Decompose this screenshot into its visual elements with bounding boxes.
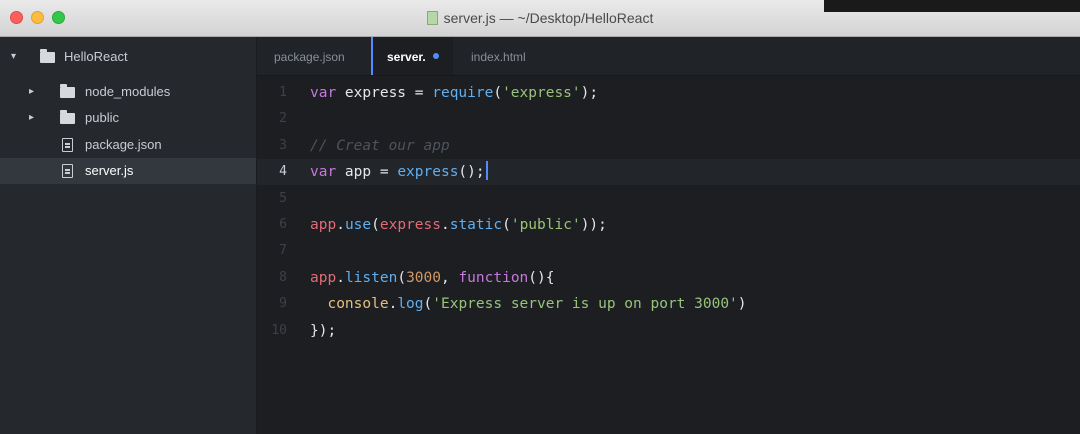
- code-token: app: [310, 269, 337, 286]
- line-number: 3: [279, 137, 287, 153]
- code-text: app.use(express.static('public'));: [310, 212, 607, 238]
- title-bar: server.js — ~/Desktop/HelloReact: [0, 0, 1080, 37]
- code-text: });: [310, 318, 336, 344]
- folder-icon: [60, 84, 75, 98]
- code-line[interactable]: 7: [257, 238, 1080, 264]
- tree-item-label: server.js: [85, 163, 134, 178]
- tree-item-label: package.json: [85, 137, 162, 152]
- code-line[interactable]: 2: [257, 106, 1080, 132]
- text-cursor: [485, 161, 488, 181]
- code-token: app: [310, 217, 337, 233]
- code-line[interactable]: 10});: [257, 318, 1080, 344]
- code-token: });: [310, 322, 337, 339]
- code-token: (: [493, 85, 503, 101]
- code-token: (: [423, 296, 433, 313]
- code-token: (: [371, 217, 380, 233]
- code-token: 3000: [406, 269, 441, 286]
- code-token: 'public': [510, 217, 581, 233]
- line-number: 4: [279, 164, 287, 180]
- modified-indicator-icon: [433, 53, 439, 59]
- tree-item-node-modules[interactable]: ▸ node_modules: [0, 79, 256, 105]
- file-icon: [426, 11, 438, 25]
- code-token: var: [310, 85, 337, 101]
- tab-bar: package.json server. index.html: [257, 37, 1080, 76]
- code-token: ();: [458, 164, 485, 181]
- code-text: app.listen(3000, function(){: [310, 265, 555, 291]
- code-token: 'Express server is up on port 3000': [432, 296, 738, 313]
- line-number: 7: [279, 243, 287, 259]
- tab-label: server.: [387, 50, 426, 64]
- code-token: (: [502, 217, 511, 233]
- tree-item-server-js[interactable]: server.js: [0, 158, 256, 184]
- code-line[interactable]: 5: [257, 186, 1080, 212]
- code-token: static: [449, 217, 503, 233]
- tab-server-js[interactable]: server.: [371, 37, 453, 75]
- line-number: 9: [279, 296, 287, 312]
- line-number: 5: [279, 190, 287, 206]
- code-line[interactable]: 8 app.listen(3000, function(){: [257, 265, 1080, 291]
- window-title-wrap: server.js — ~/Desktop/HelloReact: [0, 10, 1080, 26]
- tab-index-html[interactable]: index.html: [471, 37, 526, 75]
- code-token: var: [310, 164, 337, 181]
- code-token: .: [440, 217, 450, 233]
- code-text: var app = express();: [310, 159, 488, 185]
- code-token: 'express': [502, 85, 581, 101]
- code-token: console: [327, 296, 389, 313]
- tree-view: ▾ HelloReact ▸ node_modules ▸ public pac…: [0, 37, 257, 434]
- line-number: 1: [279, 85, 287, 100]
- line-number: 6: [279, 217, 287, 232]
- chevron-right-icon[interactable]: ▸: [29, 79, 34, 105]
- file-text-icon: [62, 138, 73, 152]
- file-text-icon: [62, 164, 73, 178]
- tab-label: package.json: [274, 50, 345, 64]
- code-token: (: [397, 269, 407, 286]
- code-line[interactable]: 9 console.log('Express server is up on p…: [257, 291, 1080, 317]
- line-number: 10: [271, 322, 287, 338]
- tab-label: index.html: [471, 50, 526, 64]
- code-line[interactable]: 1 var express = require('express');: [257, 80, 1080, 106]
- code-token: function: [458, 269, 529, 286]
- line-number: 2: [279, 111, 287, 127]
- code-token: .: [336, 269, 345, 286]
- titlebar-overlay: [824, 0, 1080, 12]
- chevron-down-icon[interactable]: ▾: [11, 44, 16, 70]
- code-text: console.log('Express server is up on por…: [310, 291, 747, 317]
- code-token: express: [397, 164, 459, 181]
- code-token: ));: [580, 217, 607, 233]
- window-title: server.js — ~/Desktop/HelloReact: [443, 10, 654, 26]
- code-token: ,: [440, 269, 459, 286]
- tree-item-package-json[interactable]: package.json: [0, 132, 256, 158]
- code-token: // Creat our app: [310, 137, 450, 154]
- code-token: app =: [336, 164, 398, 181]
- tab-package-json[interactable]: package.json: [274, 37, 345, 75]
- code-token: require: [432, 85, 494, 101]
- line-number: 8: [279, 269, 287, 285]
- tree-item-public[interactable]: ▸ public: [0, 105, 256, 131]
- folder-icon: [60, 110, 75, 124]
- tree-item-label: node_modules: [85, 84, 171, 99]
- code-token: ): [737, 296, 747, 313]
- code-token: express: [379, 217, 441, 233]
- code-token: use: [344, 217, 372, 233]
- code-token: log: [397, 296, 424, 313]
- code-editor[interactable]: 1 var express = require('express'); 2 3// C…: [257, 76, 1080, 434]
- code-text: // Creat our app: [310, 133, 450, 159]
- code-line[interactable]: 6 app.use(express.static('public'));: [257, 212, 1080, 238]
- code-token: );: [580, 85, 599, 101]
- code-token: .: [388, 296, 398, 313]
- code-line[interactable]: 3 // Creat our app: [257, 133, 1080, 159]
- tree-root-label: HelloReact: [64, 49, 128, 64]
- tree-item-label: public: [85, 110, 119, 125]
- code-token: listen: [344, 269, 398, 286]
- tree-root-folder[interactable]: ▾ HelloReact: [0, 44, 256, 70]
- code-token: (){: [528, 269, 555, 286]
- code-token: express =: [336, 85, 433, 101]
- folder-icon: [40, 49, 55, 63]
- code-text: var express = require('express');: [310, 80, 598, 106]
- editor-window: server.js — ~/Desktop/HelloReact ▾ Hello…: [0, 0, 1080, 434]
- code-token: .: [336, 217, 345, 233]
- code-line[interactable]: 4 var app = express();: [257, 159, 1080, 186]
- chevron-right-icon[interactable]: ▸: [29, 105, 34, 131]
